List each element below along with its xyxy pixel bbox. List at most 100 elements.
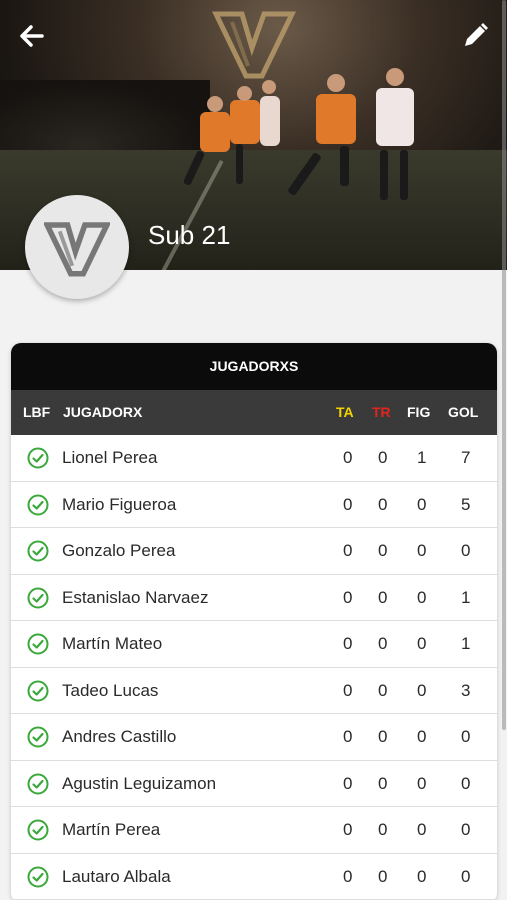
red-cards-value: 0	[378, 587, 388, 607]
team-avatar	[25, 195, 129, 299]
player-figure	[262, 80, 276, 94]
goals-value: 0	[461, 773, 471, 793]
players-table: JUGADORXS LBF JUGADORX TA TR FIG GOL Lio…	[11, 343, 497, 900]
player-figure	[207, 96, 223, 112]
player-figure	[230, 100, 260, 144]
player-figure	[236, 144, 243, 184]
check-circle-icon	[27, 587, 49, 608]
player-figure	[380, 150, 388, 200]
yellow-cards-value: 0	[343, 773, 353, 793]
table-row[interactable]: Tadeo Lucas 0 0 0 3	[11, 668, 497, 714]
arrow-left-icon	[20, 25, 44, 47]
check-circle-icon	[27, 773, 49, 794]
scrollbar[interactable]	[502, 0, 507, 900]
goals-value: 0	[461, 820, 471, 839]
figure-value: 0	[417, 634, 427, 653]
table-row[interactable]: Agustin Leguizamon 0 0 0 0	[11, 761, 497, 807]
figure-value: 0	[417, 727, 427, 746]
yellow-cards-value: 0	[343, 820, 353, 839]
column-lbf: LBF	[23, 404, 51, 420]
table-row[interactable]: Lautaro Albala 0 0 0 0	[11, 854, 497, 900]
club-logo-icon	[212, 4, 296, 80]
column-goals: GOL	[448, 404, 479, 420]
check-circle-icon	[27, 726, 49, 748]
yellow-cards-value: 0	[343, 727, 353, 746]
yellow-cards-value: 0	[343, 494, 353, 514]
player-figure	[376, 88, 414, 146]
check-circle-icon	[27, 819, 49, 841]
player-name: Tadeo Lucas	[62, 680, 159, 700]
figure-value: 0	[417, 820, 427, 839]
table-row[interactable]: Martín Mateo 0 0 0 1	[11, 621, 497, 668]
check-circle-icon	[27, 866, 49, 887]
players-table-title: JUGADORXS	[11, 343, 497, 390]
table-row[interactable]: Mario Figueroa 0 0 0 5	[11, 482, 497, 528]
player-figure	[237, 86, 252, 101]
goals-value: 0	[461, 727, 471, 746]
player-name: Martín Mateo	[62, 634, 163, 653]
player-figure	[340, 146, 349, 186]
check-circle-icon	[27, 447, 49, 469]
figure-value: 0	[417, 680, 427, 700]
red-cards-value: 0	[378, 494, 388, 514]
yellow-cards-value: 0	[343, 448, 353, 467]
red-cards-value: 0	[378, 541, 388, 560]
player-name: Mario Figueroa	[62, 494, 177, 514]
red-cards-value: 0	[378, 448, 388, 467]
player-name: Agustin Leguizamon	[62, 773, 217, 793]
figure-value: 0	[417, 866, 427, 886]
player-figure	[386, 68, 404, 86]
goals-value: 0	[461, 866, 471, 886]
table-row[interactable]: Andres Castillo 0 0 0 0	[11, 714, 497, 761]
goals-value: 5	[461, 494, 471, 514]
figure-value: 0	[417, 541, 427, 560]
check-circle-icon	[27, 494, 49, 515]
column-figure: FIG	[407, 404, 431, 420]
check-circle-icon	[27, 680, 49, 701]
player-figure	[400, 150, 408, 200]
figure-value: 0	[417, 773, 427, 793]
goals-value: 1	[461, 634, 471, 653]
back-button[interactable]	[14, 18, 50, 54]
top-bar	[0, 0, 507, 79]
players-table-body: Lionel Perea 0 0 1 7 Mario Figueroa 0 0 0 5 Gonzal…	[11, 435, 497, 900]
player-figure	[327, 74, 345, 92]
goals-value: 3	[461, 680, 471, 700]
red-cards-value: 0	[378, 773, 388, 793]
check-circle-icon	[27, 633, 49, 655]
column-yellow-cards: TA	[336, 404, 354, 420]
table-row[interactable]: Estanislao Narvaez 0 0 0 1	[11, 575, 497, 621]
red-cards-value: 0	[378, 727, 388, 746]
yellow-cards-value: 0	[343, 866, 353, 886]
player-figure	[260, 96, 280, 146]
column-red-cards: TR	[372, 404, 391, 420]
red-cards-value: 0	[378, 820, 388, 839]
figure-value: 0	[417, 587, 427, 607]
player-figure	[200, 112, 230, 152]
goals-value: 1	[461, 587, 471, 607]
team-name: Sub 21	[148, 220, 231, 250]
red-cards-value: 0	[378, 634, 388, 653]
player-name: Lionel Perea	[62, 448, 158, 467]
scrollbar-thumb[interactable]	[502, 0, 506, 730]
yellow-cards-value: 0	[343, 587, 353, 607]
column-player: JUGADORX	[63, 404, 143, 420]
edit-button[interactable]	[457, 18, 493, 54]
player-name: Gonzalo Perea	[62, 541, 176, 560]
player-name: Martín Perea	[62, 820, 161, 839]
red-cards-value: 0	[378, 680, 388, 700]
table-row[interactable]: Gonzalo Perea 0 0 0 0	[11, 528, 497, 575]
goals-value: 7	[461, 448, 471, 467]
red-cards-value: 0	[378, 866, 388, 886]
yellow-cards-value: 0	[343, 541, 353, 560]
yellow-cards-value: 0	[343, 680, 353, 700]
player-name: Lautaro Albala	[62, 866, 171, 886]
club-logo-icon	[44, 222, 110, 277]
pencil-icon	[465, 23, 488, 46]
goals-value: 0	[461, 541, 471, 560]
table-row[interactable]: Martín Perea 0 0 0 0	[11, 807, 497, 854]
player-name: Estanislao Narvaez	[62, 587, 209, 607]
player-name: Andres Castillo	[62, 727, 177, 746]
table-row[interactable]: Lionel Perea 0 0 1 7	[11, 435, 497, 482]
yellow-cards-value: 0	[343, 634, 353, 653]
